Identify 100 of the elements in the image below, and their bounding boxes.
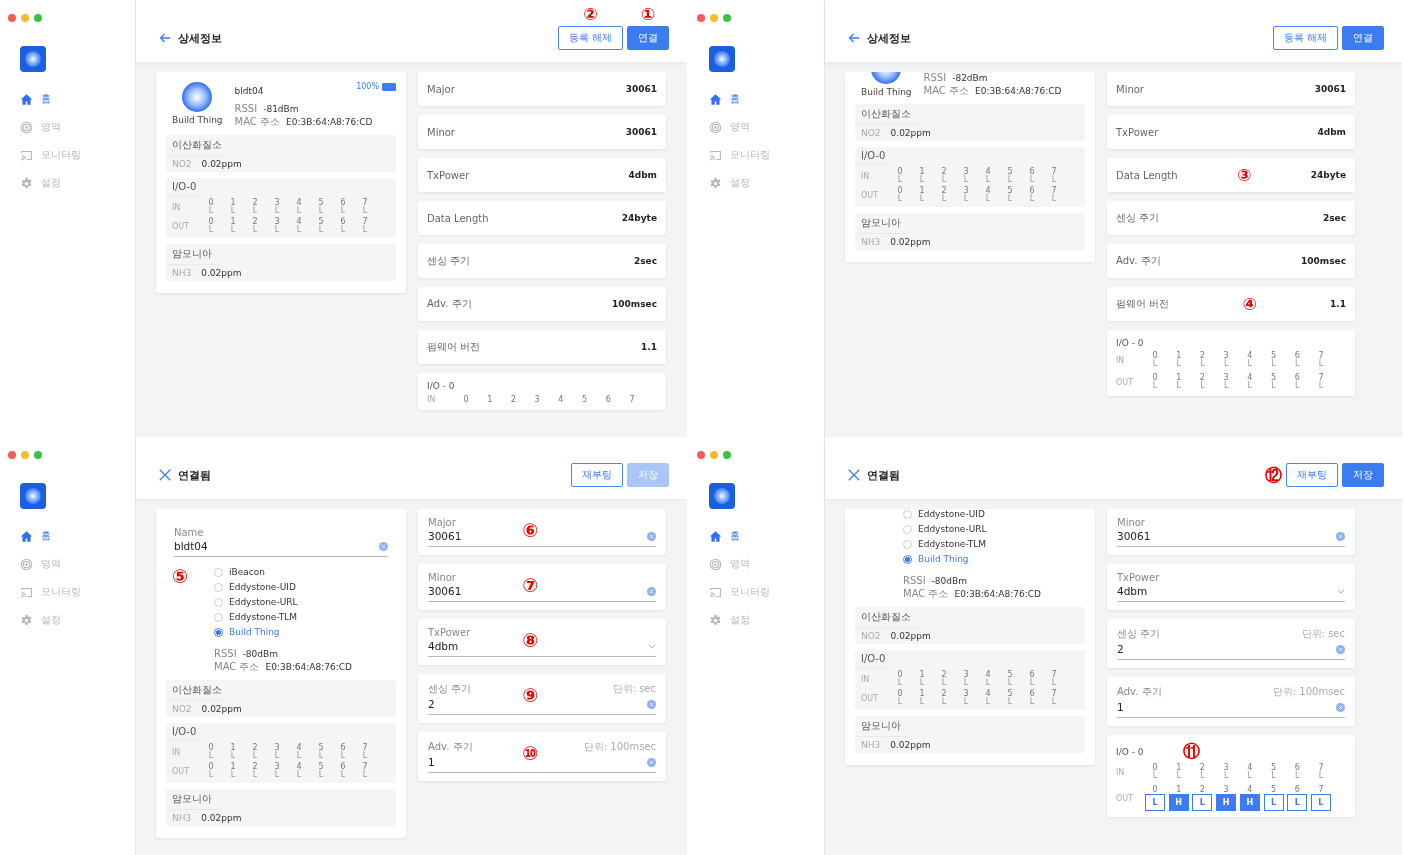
chevron-down-icon[interactable] (1337, 588, 1345, 594)
mac-label: MAC 주소 (214, 661, 260, 672)
radio-option[interactable]: Build Thing (903, 554, 969, 564)
close-icon[interactable] (158, 468, 172, 482)
pin-toggle[interactable]: L (1263, 794, 1284, 811)
radio-option[interactable]: iBeacon (214, 567, 265, 577)
annotation-marker: ⑧ (522, 631, 539, 650)
pin-index: 6 (1029, 690, 1035, 698)
pin-value: L (919, 176, 925, 184)
radio-option[interactable]: Eddystone-UID (903, 509, 985, 519)
sidebar-item[interactable]: 영역 (709, 120, 750, 134)
sidebar-item[interactable]: 설정 (709, 613, 750, 627)
sidebar-item[interactable]: 홈 (709, 92, 740, 106)
io-row-label: OUT (861, 693, 880, 703)
pin-toggle[interactable]: H (1239, 794, 1260, 811)
header-button[interactable]: 연결 (627, 26, 669, 50)
sidebar-item[interactable]: 영역 (20, 557, 61, 571)
sidebar-item[interactable]: 모니터링 (20, 585, 81, 599)
sidebar-item[interactable]: 홈 (20, 92, 51, 106)
pin-value: L (1247, 360, 1253, 368)
radio-option[interactable]: Eddystone-UID (214, 582, 296, 592)
header-button[interactable]: 저장 (1342, 463, 1384, 487)
input-field[interactable]: 센싱 주기 단위: sec 2 (1117, 627, 1345, 660)
pin-toggle[interactable]: L (1145, 794, 1165, 811)
radio-option[interactable]: Build Thing (214, 627, 280, 637)
pin-toggle[interactable]: H (1168, 794, 1189, 811)
header-button[interactable]: 재부팅 (571, 463, 623, 487)
sidebar-item[interactable]: 모니터링 (20, 148, 81, 162)
sidebar-item[interactable]: 영역 (709, 557, 750, 571)
close-icon[interactable] (847, 468, 861, 482)
sensor-title: 암모니아 (166, 789, 218, 810)
io-title: I/O - 0 (427, 381, 455, 391)
window-close-button[interactable] (8, 451, 16, 459)
header-button[interactable]: 재부팅 (1286, 463, 1338, 487)
clear-icon[interactable] (1336, 531, 1345, 541)
chevron-down-icon[interactable] (648, 643, 656, 649)
header-button[interactable]: 연결 (1342, 26, 1384, 50)
sidebar-item[interactable]: 홈 (709, 529, 740, 543)
pin-value: L (296, 226, 302, 234)
sidebar-item[interactable]: 설정 (20, 613, 61, 627)
pin-toggle[interactable]: L (1310, 794, 1331, 811)
window-minimize-button[interactable] (21, 14, 29, 22)
pin-index: 2 (941, 671, 947, 679)
pin-value: L (985, 698, 991, 706)
sensor-title: I/O-0 (166, 723, 203, 741)
clear-icon[interactable] (1336, 644, 1345, 654)
clear-icon[interactable] (647, 531, 656, 541)
window-zoom-button[interactable] (34, 451, 42, 459)
sidebar-item[interactable]: 모니터링 (709, 585, 770, 599)
info-value: 30061 (1314, 84, 1346, 94)
sidebar-item[interactable]: 설정 (20, 176, 61, 190)
window-minimize-button[interactable] (710, 451, 718, 459)
pin-index: 1 (230, 744, 236, 752)
input-field[interactable]: TxPower 4dbm (1117, 572, 1345, 602)
pin-index: 2 (1199, 786, 1205, 794)
pin-index: 4 (1247, 352, 1253, 360)
radio-option[interactable]: Eddystone-TLM (214, 612, 298, 622)
pin-index: 1 (487, 395, 493, 404)
radio-option[interactable]: Eddystone-TLM (903, 539, 987, 549)
pin-value: L (1051, 679, 1057, 687)
header-button[interactable]: 등록 해제 (1272, 26, 1338, 50)
clear-icon[interactable] (647, 699, 656, 709)
radio-option[interactable]: Eddystone-URL (903, 524, 987, 534)
pin-index: 7 (362, 218, 368, 226)
sidebar-item[interactable]: 홈 (20, 529, 51, 543)
window-zoom-button[interactable] (34, 14, 42, 22)
pin-toggle[interactable]: L (1287, 794, 1308, 811)
rssi-value: -82dBm (952, 73, 988, 83)
window-zoom-button[interactable] (723, 451, 731, 459)
name-field[interactable]: Name bldt04 (174, 527, 388, 557)
sensor-value: 0.02ppm (201, 813, 242, 823)
sidebar-item[interactable]: 영역 (20, 120, 61, 134)
back-arrow-icon[interactable] (847, 31, 861, 45)
clear-icon[interactable] (379, 541, 388, 551)
pin-index: 3 (963, 671, 969, 679)
clear-icon[interactable] (647, 757, 656, 767)
pin-index: 7 (1051, 671, 1057, 679)
battery-icon (382, 82, 396, 91)
window-close-button[interactable] (697, 14, 705, 22)
window-close-button[interactable] (697, 451, 705, 459)
window-zoom-button[interactable] (723, 14, 731, 22)
sidebar-item[interactable]: 모니터링 (709, 148, 770, 162)
back-arrow-icon[interactable] (158, 31, 172, 45)
radio-option[interactable]: Eddystone-URL (214, 597, 298, 607)
clear-icon[interactable] (1336, 702, 1345, 712)
gear-icon (20, 613, 33, 627)
input-field[interactable]: Minor 30061 (1117, 517, 1345, 547)
pin-index: 2 (1199, 764, 1205, 772)
header-button[interactable]: 등록 해제 (557, 26, 623, 50)
window-minimize-button[interactable] (21, 451, 29, 459)
pin-index: 0 (897, 671, 903, 679)
window-minimize-button[interactable] (710, 14, 718, 22)
sidebar-item[interactable]: 설정 (709, 176, 750, 190)
input-field[interactable]: Adv. 주기 단위: 100msec 1 (1117, 685, 1345, 718)
clear-icon[interactable] (647, 586, 656, 596)
window-close-button[interactable] (8, 14, 16, 22)
pin-toggle[interactable]: H (1216, 794, 1237, 811)
pin-value: L (1176, 360, 1181, 368)
pin-index: 3 (1223, 786, 1229, 794)
pin-toggle[interactable]: L (1192, 794, 1213, 811)
